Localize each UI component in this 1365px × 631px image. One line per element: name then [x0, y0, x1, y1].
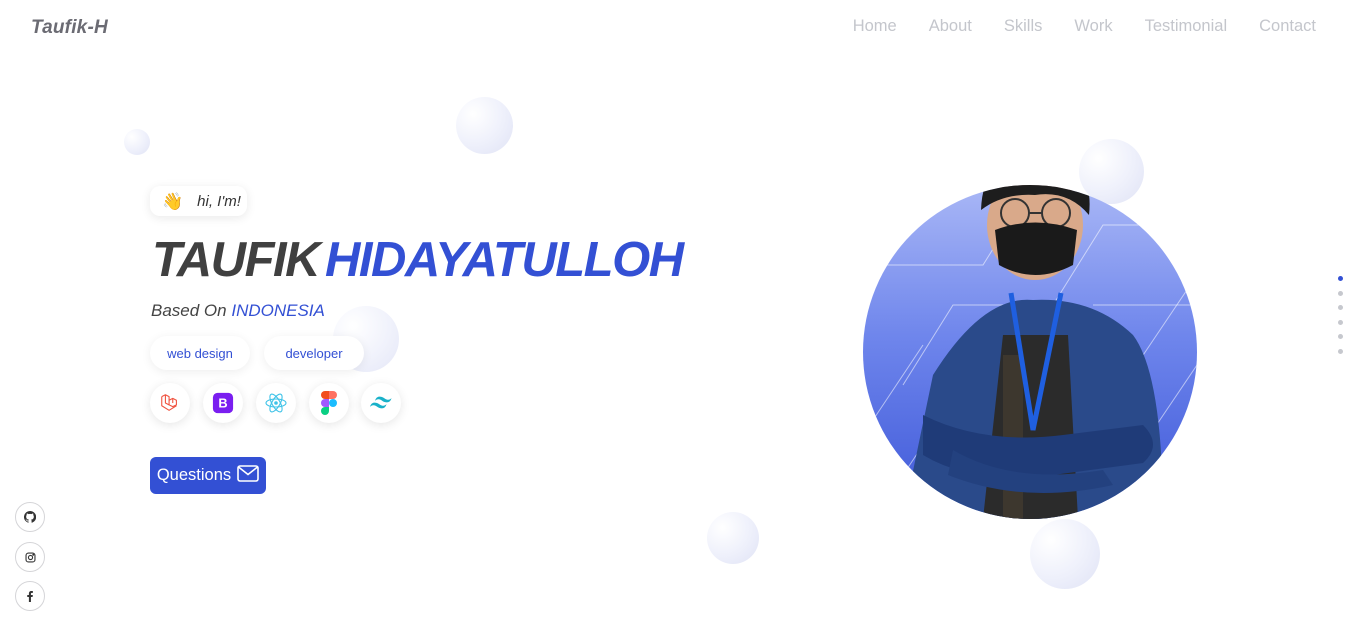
- laravel-icon: [150, 383, 190, 423]
- questions-button[interactable]: Questions: [150, 457, 266, 494]
- section-dot[interactable]: [1338, 305, 1343, 310]
- greeting-pill: 👋 hi, I'm!: [150, 186, 247, 216]
- nav-testimonial[interactable]: Testimonial: [1145, 17, 1228, 36]
- decor-bubble: [1030, 519, 1100, 589]
- decor-bubble: [456, 97, 513, 154]
- hero-name: TAUFIK HIDAYATULLOH: [152, 232, 684, 288]
- location-country: INDONESIA: [231, 301, 325, 320]
- envelope-icon: [237, 464, 259, 487]
- tailwind-icon: [361, 383, 401, 423]
- main-nav: Home About Skills Work Testimonial Conta…: [853, 17, 1316, 36]
- github-icon[interactable]: [15, 502, 45, 532]
- decor-bubble: [707, 512, 759, 564]
- decor-bubble: [1079, 139, 1144, 204]
- figma-icon: [309, 383, 349, 423]
- questions-button-label: Questions: [156, 466, 232, 484]
- nav-contact[interactable]: Contact: [1259, 17, 1316, 36]
- section-dot[interactable]: [1338, 290, 1343, 296]
- decor-bubble: [124, 129, 150, 155]
- facebook-icon[interactable]: [15, 581, 45, 611]
- greeting-text: hi, I'm!: [197, 192, 241, 210]
- first-name: TAUFIK: [152, 233, 321, 287]
- section-indicator: [1338, 276, 1343, 354]
- svg-text:B: B: [218, 396, 227, 411]
- profile-photo: [863, 185, 1197, 519]
- nav-work[interactable]: Work: [1074, 17, 1112, 36]
- nav-about[interactable]: About: [929, 17, 972, 36]
- last-name: HIDAYATULLOH: [325, 233, 684, 287]
- react-icon: [256, 383, 296, 423]
- nav-skills[interactable]: Skills: [1004, 17, 1043, 36]
- section-dot[interactable]: [1338, 276, 1343, 281]
- section-dot[interactable]: [1338, 334, 1343, 339]
- profile-illustration: [863, 185, 1197, 519]
- section-dot[interactable]: [1338, 319, 1343, 325]
- location-prefix: Based On: [151, 301, 227, 320]
- bootstrap-icon: B: [203, 383, 243, 423]
- tag-web-design: web design: [150, 336, 250, 370]
- waving-hand-icon: 👋: [162, 191, 184, 211]
- site-logo[interactable]: Taufik-H: [31, 17, 108, 39]
- section-dot[interactable]: [1338, 348, 1343, 354]
- nav-home[interactable]: Home: [853, 17, 897, 36]
- tag-developer: developer: [264, 336, 364, 370]
- instagram-icon[interactable]: [15, 542, 45, 572]
- location-line: Based On INDONESIA: [151, 301, 325, 321]
